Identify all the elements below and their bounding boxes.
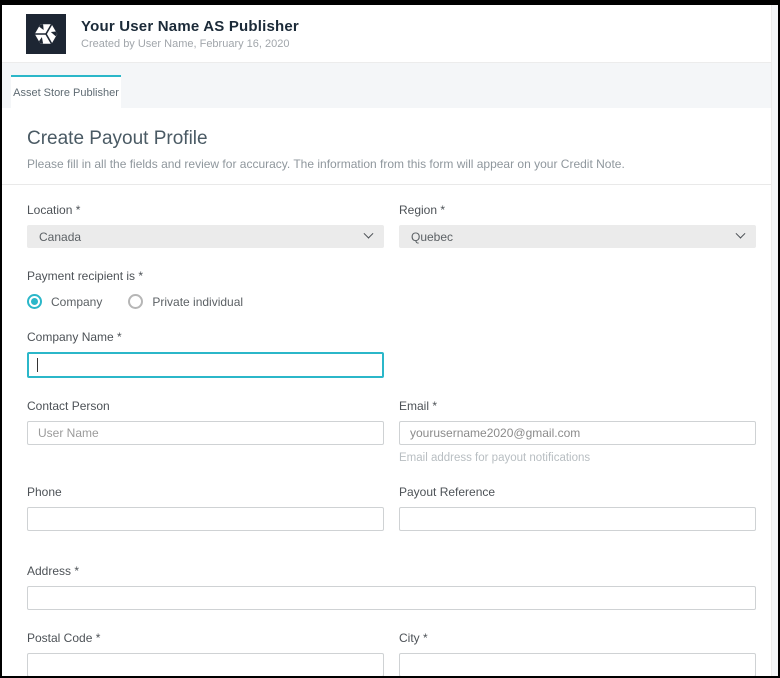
postal-code-label: Postal Code *	[27, 631, 384, 645]
company-name-input[interactable]	[27, 352, 384, 378]
location-label: Location *	[27, 203, 384, 217]
field-postal-code: Postal Code *	[27, 631, 384, 676]
location-select-value: Canada	[39, 230, 81, 244]
header-text: Your User Name AS Publisher Created by U…	[81, 18, 299, 50]
page-description: Please fill in all the fields and review…	[27, 157, 756, 171]
radio-unselected-icon[interactable]	[128, 294, 143, 309]
tab-strip: Asset Store Publisher	[2, 63, 778, 108]
unity-logo-icon	[26, 14, 66, 54]
radio-company-label: Company	[51, 295, 102, 309]
region-select-value: Quebec	[411, 230, 453, 244]
payout-profile-form: Location * Canada Region * Quebec Paymen…	[27, 203, 756, 676]
phone-input[interactable]	[27, 507, 384, 531]
postal-code-input[interactable]	[27, 653, 384, 676]
payment-recipient-label: Payment recipient is *	[27, 269, 384, 283]
tab-asset-store-publisher[interactable]: Asset Store Publisher	[11, 75, 121, 108]
scrollbar[interactable]	[771, 5, 778, 676]
address-input[interactable]	[27, 586, 756, 610]
contact-person-input[interactable]	[27, 421, 384, 445]
field-payment-recipient: Payment recipient is * Company Private i…	[27, 269, 384, 309]
field-phone: Phone	[27, 485, 384, 531]
radio-selected-icon[interactable]	[27, 294, 42, 309]
contact-person-label: Contact Person	[27, 399, 384, 413]
publisher-name: Your User Name AS Publisher	[81, 18, 299, 35]
address-label: Address *	[27, 564, 756, 578]
field-location: Location * Canada	[27, 203, 384, 248]
radio-private-individual-label: Private individual	[152, 295, 243, 309]
payment-recipient-options: Company Private individual	[27, 294, 384, 309]
publisher-window: Your User Name AS Publisher Created by U…	[2, 5, 778, 676]
email-input[interactable]	[399, 421, 756, 445]
chevron-down-icon	[736, 229, 746, 239]
field-city: City *	[399, 631, 756, 676]
radio-option-private-individual[interactable]: Private individual	[128, 294, 243, 309]
field-email: Email * Email address for payout notific…	[399, 399, 756, 464]
radio-option-company[interactable]: Company	[27, 294, 102, 309]
payout-reference-input[interactable]	[399, 507, 756, 531]
page-title: Create Payout Profile	[27, 128, 756, 150]
divider	[2, 184, 778, 185]
publisher-header: Your User Name AS Publisher Created by U…	[2, 5, 778, 63]
location-select[interactable]: Canada	[27, 225, 384, 248]
region-select[interactable]: Quebec	[399, 225, 756, 248]
field-contact-person: Contact Person	[27, 399, 384, 464]
phone-label: Phone	[27, 485, 384, 499]
create-payout-profile-section: Create Payout Profile Please fill in all…	[2, 108, 778, 676]
field-company-name: Company Name *	[27, 330, 384, 378]
city-input[interactable]	[399, 653, 756, 676]
company-name-label: Company Name *	[27, 330, 384, 344]
field-address: Address *	[27, 564, 756, 610]
payout-reference-label: Payout Reference	[399, 485, 756, 499]
field-region: Region * Quebec	[399, 203, 756, 248]
text-cursor	[37, 358, 38, 372]
email-label: Email *	[399, 399, 756, 413]
chevron-down-icon	[364, 229, 374, 239]
publisher-created-info: Created by User Name, February 16, 2020	[81, 38, 299, 50]
tab-label: Asset Store Publisher	[13, 87, 119, 99]
city-label: City *	[399, 631, 756, 645]
field-payout-reference: Payout Reference	[399, 485, 756, 531]
region-label: Region *	[399, 203, 756, 217]
email-helper-text: Email address for payout notifications	[399, 452, 756, 464]
